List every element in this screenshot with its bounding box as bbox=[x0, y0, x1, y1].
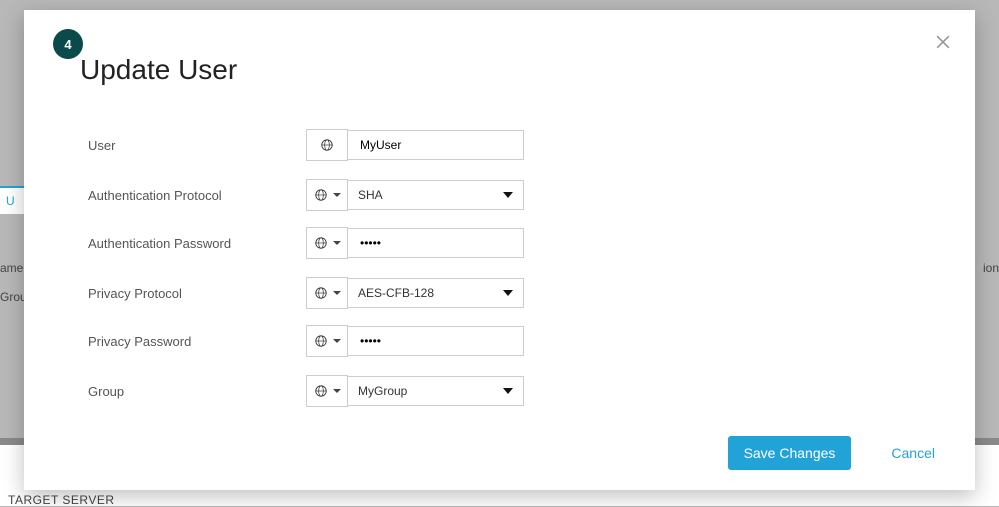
row-auth-protocol: Authentication Protocol SHA bbox=[88, 178, 608, 212]
scope-auth-protocol[interactable] bbox=[306, 179, 348, 211]
form: User Authentication Protocol SHA Authent… bbox=[88, 128, 608, 422]
globe-icon bbox=[320, 138, 334, 152]
user-input[interactable] bbox=[358, 130, 513, 160]
bg-target-server: TARGET SERVER bbox=[8, 493, 115, 507]
step-badge: 4 bbox=[53, 29, 83, 59]
scope-user[interactable] bbox=[306, 129, 348, 161]
globe-icon bbox=[314, 286, 328, 300]
auth-protocol-value: SHA bbox=[358, 188, 383, 202]
row-user: User bbox=[88, 128, 608, 162]
modal-footer: Save Changes Cancel bbox=[728, 436, 941, 470]
cancel-button[interactable]: Cancel bbox=[885, 444, 941, 462]
user-input-wrap bbox=[348, 130, 524, 160]
priv-password-input-wrap bbox=[348, 326, 524, 356]
bg-field-name: ame bbox=[0, 261, 23, 275]
group-value: MyGroup bbox=[358, 384, 407, 398]
label-user: User bbox=[88, 138, 306, 153]
globe-icon bbox=[314, 188, 328, 202]
group-select[interactable]: MyGroup bbox=[348, 376, 524, 406]
label-priv-protocol: Privacy Protocol bbox=[88, 286, 306, 301]
globe-icon bbox=[314, 236, 328, 250]
chevron-down-icon bbox=[503, 192, 513, 198]
row-priv-password: Privacy Password bbox=[88, 324, 608, 358]
close-button[interactable] bbox=[933, 32, 953, 52]
row-priv-protocol: Privacy Protocol AES-CFB-128 bbox=[88, 276, 608, 310]
priv-protocol-value: AES-CFB-128 bbox=[358, 286, 434, 300]
close-icon bbox=[933, 32, 953, 52]
auth-password-input-wrap bbox=[348, 228, 524, 258]
scope-priv-protocol[interactable] bbox=[306, 277, 348, 309]
label-priv-password: Privacy Password bbox=[88, 334, 306, 349]
modal-title: Update User bbox=[80, 54, 237, 86]
priv-password-input[interactable] bbox=[358, 326, 513, 356]
bg-field-group: Grou bbox=[0, 290, 27, 304]
update-user-modal: 4 Update User User Authentication Protoc… bbox=[24, 10, 975, 490]
row-group: Group MyGroup bbox=[88, 374, 608, 408]
globe-icon bbox=[314, 334, 328, 348]
scope-priv-password[interactable] bbox=[306, 325, 348, 357]
scope-auth-password[interactable] bbox=[306, 227, 348, 259]
priv-protocol-select[interactable]: AES-CFB-128 bbox=[348, 278, 524, 308]
chevron-down-icon bbox=[503, 290, 513, 296]
scope-group[interactable] bbox=[306, 375, 348, 407]
chevron-down-icon bbox=[503, 388, 513, 394]
label-auth-protocol: Authentication Protocol bbox=[88, 188, 306, 203]
auth-protocol-select[interactable]: SHA bbox=[348, 180, 524, 210]
auth-password-input[interactable] bbox=[358, 228, 513, 258]
label-auth-password: Authentication Password bbox=[88, 236, 306, 251]
bg-field-ion: ion bbox=[983, 261, 999, 275]
globe-icon bbox=[314, 384, 328, 398]
save-button[interactable]: Save Changes bbox=[728, 436, 852, 470]
label-group: Group bbox=[88, 384, 306, 399]
row-auth-password: Authentication Password bbox=[88, 226, 608, 260]
